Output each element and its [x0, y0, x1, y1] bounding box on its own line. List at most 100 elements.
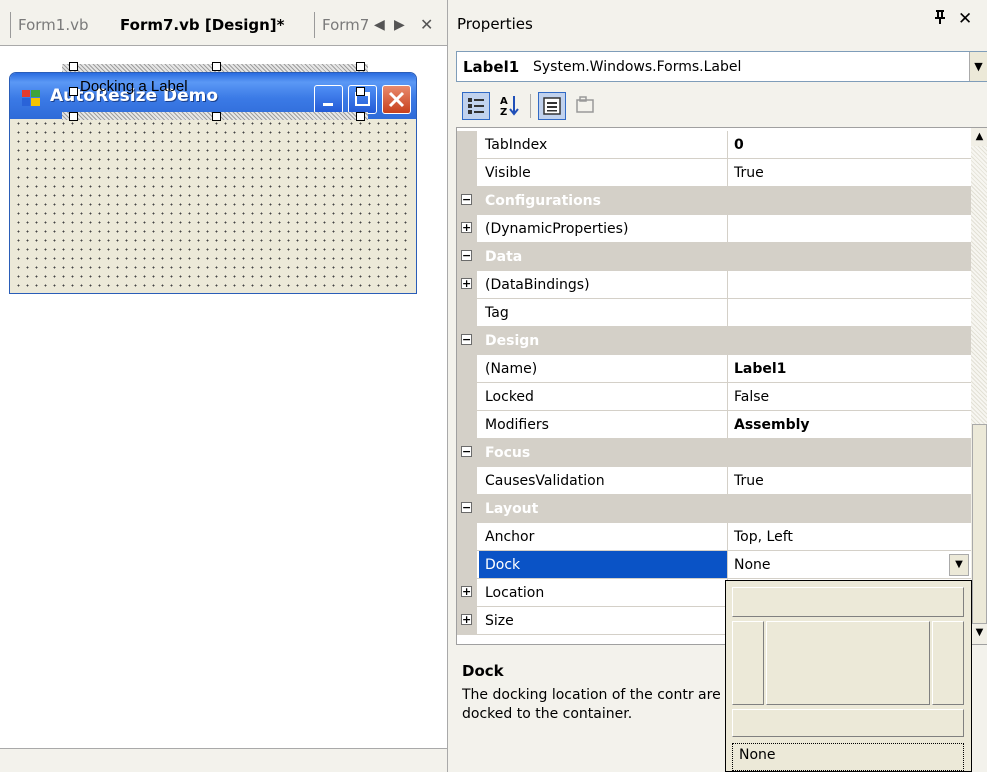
column-divider[interactable]: [727, 355, 728, 383]
collapse-icon[interactable]: −: [461, 334, 472, 345]
document-tab-strip: Form1.vb Form7.vb [Design]* Form7 ◀ ▶ ✕: [0, 0, 447, 46]
column-divider[interactable]: [727, 523, 728, 551]
close-button[interactable]: [382, 85, 411, 114]
dock-bottom-option[interactable]: [732, 709, 964, 737]
properties-view-button[interactable]: [538, 92, 566, 120]
chevron-down-icon[interactable]: ▼: [969, 52, 987, 81]
category-name: Data: [485, 249, 523, 265]
dock-dropdown-icon[interactable]: ▼: [949, 554, 969, 576]
resize-handle[interactable]: [69, 87, 78, 96]
dock-none-label: None: [739, 747, 776, 763]
category-name: Focus: [485, 445, 531, 461]
property-value[interactable]: True: [729, 467, 764, 495]
expand-icon[interactable]: +: [461, 586, 472, 597]
column-divider[interactable]: [727, 131, 728, 159]
column-divider[interactable]: [727, 215, 728, 243]
property-row[interactable]: Modifiers Assembly: [457, 411, 971, 439]
resize-handle[interactable]: [212, 62, 221, 71]
properties-list-icon: [543, 97, 561, 115]
form-design-surface[interactable]: [14, 119, 412, 291]
column-divider[interactable]: [727, 411, 728, 439]
property-value[interactable]: None: [729, 551, 771, 579]
dock-fill-option[interactable]: [766, 621, 930, 705]
properties-toolbar: A Z: [456, 88, 987, 126]
property-category-row[interactable]: − Configurations: [457, 187, 971, 215]
property-value[interactable]: True: [729, 159, 764, 187]
resize-handle[interactable]: [69, 112, 78, 121]
properties-title: Properties: [457, 15, 533, 33]
resize-handle[interactable]: [356, 87, 365, 96]
property-row[interactable]: Locked False: [457, 383, 971, 411]
property-row[interactable]: CausesValidation True: [457, 467, 971, 495]
close-document-icon[interactable]: ✕: [420, 12, 433, 38]
property-row[interactable]: Tag: [457, 299, 971, 327]
property-value[interactable]: Assembly: [729, 411, 810, 439]
category-name: Configurations: [485, 193, 601, 209]
close-properties-icon[interactable]: ✕: [958, 9, 972, 29]
property-category-row[interactable]: − Focus: [457, 439, 971, 467]
resize-handle[interactable]: [212, 112, 221, 121]
expand-icon[interactable]: +: [461, 614, 472, 625]
property-value[interactable]: Label1: [729, 355, 786, 383]
resize-handle[interactable]: [356, 112, 365, 121]
tab-form1[interactable]: Form1.vb: [18, 12, 89, 38]
scroll-down-icon[interactable]: ▼: [971, 624, 987, 642]
property-row[interactable]: + (DynamicProperties): [457, 215, 971, 243]
pin-icon[interactable]: [934, 10, 946, 28]
column-divider[interactable]: [727, 467, 728, 495]
categorized-button[interactable]: [462, 92, 490, 120]
property-row[interactable]: (Name) Label1: [457, 355, 971, 383]
collapse-icon[interactable]: −: [461, 446, 472, 457]
scroll-up-icon[interactable]: ▲: [971, 128, 987, 146]
tab-form7[interactable]: Form7: [322, 12, 372, 38]
property-row[interactable]: + (DataBindings): [457, 271, 971, 299]
tab-scroll-left-icon[interactable]: ◀: [374, 12, 385, 38]
property-row[interactable]: Visible True: [457, 159, 971, 187]
dock-none-option[interactable]: None: [732, 743, 964, 771]
dock-left-option[interactable]: [732, 621, 764, 705]
resize-handle[interactable]: [356, 62, 365, 71]
column-divider[interactable]: [727, 551, 728, 579]
dock-editor-dropdown[interactable]: None: [725, 580, 972, 772]
toolbar-separator: [530, 94, 531, 118]
property-category-row[interactable]: − Design: [457, 327, 971, 355]
property-value[interactable]: False: [729, 383, 769, 411]
dock-top-option[interactable]: [732, 587, 964, 617]
scroll-thumb[interactable]: [972, 424, 987, 624]
expand-icon[interactable]: +: [461, 222, 472, 233]
property-grid[interactable]: TabIndex 0 Visible True − Configurations + (Dyn…: [456, 127, 987, 645]
tab-form7-design[interactable]: Form7.vb [Design]*: [120, 12, 285, 38]
tab-scroll-right-icon[interactable]: ▶: [394, 12, 405, 38]
property-category-row[interactable]: − Data: [457, 243, 971, 271]
svg-text:A: A: [500, 96, 508, 107]
column-divider[interactable]: [727, 159, 728, 187]
property-row[interactable]: TabIndex 0: [457, 131, 971, 159]
property-value[interactable]: Top, Left: [729, 523, 793, 551]
property-category-row[interactable]: − Layout: [457, 495, 971, 523]
column-divider[interactable]: [727, 383, 728, 411]
property-value[interactable]: [729, 215, 734, 243]
collapse-icon[interactable]: −: [461, 194, 472, 205]
tab-separator: [314, 12, 315, 38]
collapse-icon[interactable]: −: [461, 502, 472, 513]
svg-text:Z: Z: [500, 107, 507, 118]
dock-right-option[interactable]: [932, 621, 964, 705]
property-value[interactable]: [729, 299, 734, 327]
property-grid-scrollbar[interactable]: ▲ ▼: [971, 128, 987, 644]
events-button[interactable]: [572, 92, 600, 120]
expand-icon[interactable]: +: [461, 278, 472, 289]
property-value[interactable]: 0: [729, 131, 744, 159]
column-divider[interactable]: [727, 271, 728, 299]
column-divider[interactable]: [727, 299, 728, 327]
property-row[interactable]: Anchor Top, Left: [457, 523, 971, 551]
property-value[interactable]: [729, 271, 734, 299]
collapse-icon[interactable]: −: [461, 250, 472, 261]
description-title: Dock: [462, 662, 504, 680]
scroll-track[interactable]: [971, 146, 987, 424]
row-gutter: [457, 383, 477, 411]
resize-handle[interactable]: [69, 62, 78, 71]
alphabetical-button[interactable]: A Z: [496, 92, 524, 120]
object-selector[interactable]: Label1 System.Windows.Forms.Label ▼: [456, 51, 987, 82]
property-row[interactable]: Dock None ▼: [457, 551, 971, 579]
row-gutter: [457, 551, 477, 579]
